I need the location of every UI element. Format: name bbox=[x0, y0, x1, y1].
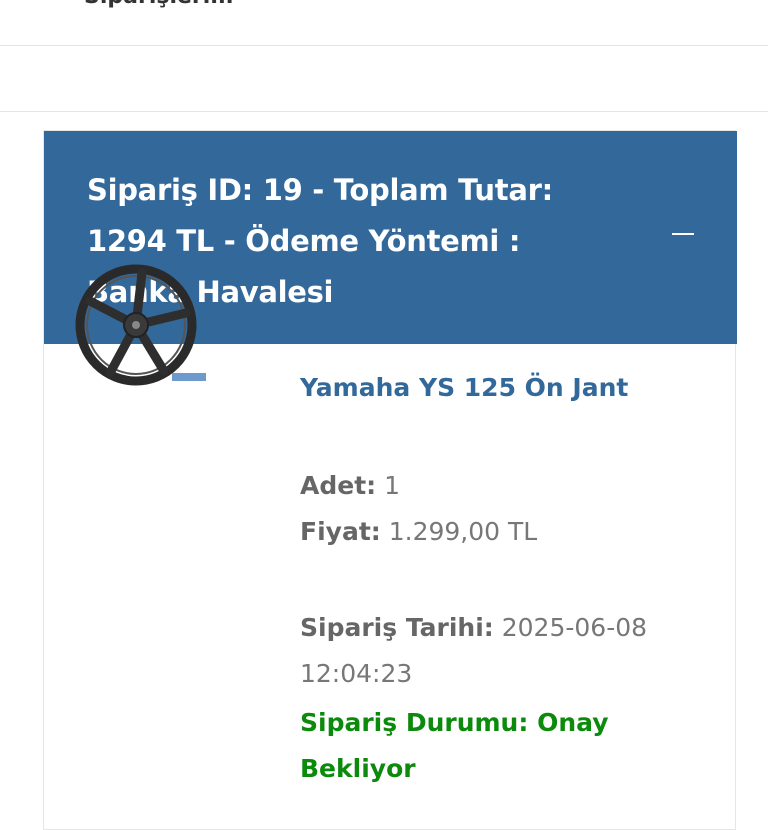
order-status-row: Sipariş Durumu: Onay Bekliyor bbox=[300, 700, 650, 792]
quantity-value: 1 bbox=[384, 471, 401, 500]
wheel-rim-image bbox=[75, 264, 206, 386]
price-value: 1.299,00 TL bbox=[388, 517, 538, 546]
quantity-label: Adet: bbox=[300, 471, 377, 500]
price-label: Fiyat: bbox=[300, 517, 381, 546]
order-date-row: Sipariş Tarihi: 2025-06-08 12:04:23 bbox=[300, 605, 650, 697]
order-date-label: Sipariş Tarihi: bbox=[300, 613, 494, 642]
nav-band bbox=[0, 46, 768, 112]
top-bar: Siparişlerim bbox=[0, 0, 768, 46]
quantity-row: Adet: 1 bbox=[300, 463, 650, 509]
minus-icon[interactable] bbox=[672, 233, 694, 235]
price-row: Fiyat: 1.299,00 TL bbox=[300, 509, 650, 555]
order-status-label: Sipariş Durumu: bbox=[300, 708, 529, 737]
page-heading-cut: Siparişlerim bbox=[84, 0, 233, 9]
product-title-link[interactable]: Yamaha YS 125 Ön Jant bbox=[300, 373, 628, 402]
